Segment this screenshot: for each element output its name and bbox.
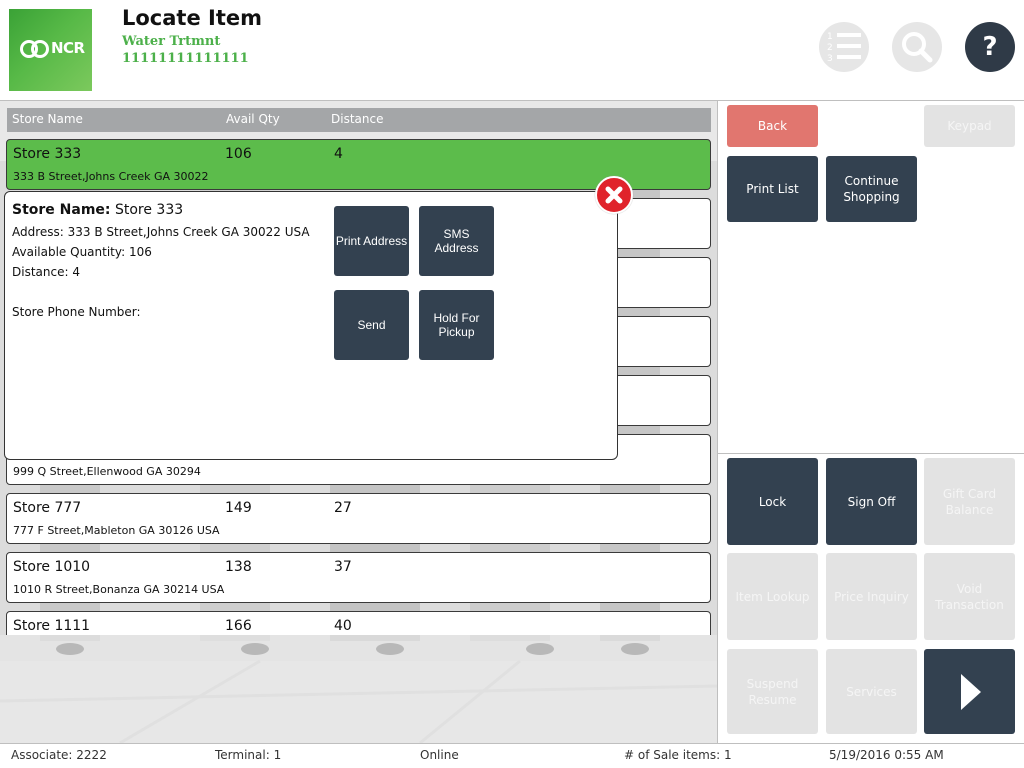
ncr-logo-icon [20, 40, 49, 58]
logo-text: NCR [51, 39, 85, 57]
action-panel: Back Keypad Print List Continue Shopping… [717, 101, 1024, 743]
store-row[interactable]: Store 1111 166 40 [6, 611, 711, 635]
header: NCR Locate Item Water Trtmnt 11111111111… [0, 0, 1024, 101]
store-qty: 166 [225, 618, 252, 634]
popup-store-name: Store Name: Store 333 [12, 202, 183, 218]
numbered-list-icon: 1 2 3 [827, 32, 861, 64]
gift-card-balance-button[interactable]: Gift Card Balance [924, 458, 1015, 545]
associate-status: Associate: 2222 [11, 748, 107, 762]
sign-off-button[interactable]: Sign Off [826, 458, 917, 545]
popup-phone: Store Phone Number: [12, 305, 141, 319]
page-title: Locate Item [122, 6, 262, 30]
store-row[interactable]: Store 777 149 27 777 F Street,Mableton G… [6, 493, 711, 544]
popup-store-name-label: Store Name: [12, 202, 111, 218]
price-inquiry-button[interactable]: Price Inquiry [826, 553, 917, 640]
void-transaction-button[interactable]: Void Transaction [924, 553, 1015, 640]
column-avail-qty: Avail Qty [226, 112, 280, 126]
store-address: 1010 R Street,Bonanza GA 30214 USA [13, 583, 225, 596]
arrow-right-icon [960, 673, 981, 710]
popup-store-name-value: Store 333 [114, 202, 184, 218]
lock-button[interactable]: Lock [727, 458, 818, 545]
store-qty: 106 [225, 146, 252, 162]
item-code: 11111111111111 [122, 51, 249, 66]
list-header: Store Name Avail Qty Distance [7, 108, 711, 132]
store-distance: 4 [334, 146, 343, 162]
services-button[interactable]: Services [826, 649, 917, 734]
store-address: 333 B Street,Johns Creek GA 30022 [13, 170, 209, 183]
status-bar: Associate: 2222 Terminal: 1 Online # of … [0, 743, 1024, 768]
close-icon [605, 186, 623, 204]
svg-text:3: 3 [827, 54, 833, 64]
send-button[interactable]: Send [334, 290, 409, 360]
store-distance: 40 [334, 618, 352, 634]
store-qty: 138 [225, 559, 252, 575]
terminal-status: Terminal: 1 [215, 748, 282, 762]
item-lookup-button[interactable]: Item Lookup [727, 553, 818, 640]
suspend-resume-button[interactable]: Suspend Resume [727, 649, 818, 734]
help-icon: ? [982, 32, 998, 62]
close-popup-button[interactable] [595, 176, 633, 214]
hold-for-pickup-button[interactable]: Hold For Pickup [419, 290, 494, 360]
column-distance: Distance [331, 112, 384, 126]
next-page-button[interactable] [924, 649, 1015, 734]
store-qty: 149 [225, 500, 252, 516]
store-distance: 37 [334, 559, 352, 575]
store-name: Store 333 [13, 146, 82, 162]
column-store-name: Store Name [12, 112, 83, 126]
keypad-button[interactable]: Keypad [924, 105, 1015, 147]
store-address: 777 F Street,Mableton GA 30126 USA [13, 524, 220, 537]
svg-text:1: 1 [827, 32, 833, 42]
store-name: Store 777 [13, 500, 82, 516]
popup-distance: Distance: 4 [12, 265, 80, 279]
store-row[interactable]: Store 1010 138 37 1010 R Street,Bonanza … [6, 552, 711, 603]
store-name: Store 1010 [13, 559, 91, 575]
print-list-button[interactable]: Print List [727, 156, 818, 222]
item-name: Water Trtmnt [122, 34, 221, 49]
list-scroll-fade [0, 635, 717, 743]
svg-text:2: 2 [827, 43, 833, 53]
search-icon [902, 32, 933, 63]
search-button[interactable] [892, 22, 942, 72]
online-status: Online [420, 748, 459, 762]
date-time: 5/19/2016 0:55 AM [829, 748, 944, 762]
sale-items-count: # of Sale items: 1 [624, 748, 732, 762]
store-address: 999 Q Street,Ellenwood GA 30294 [13, 465, 201, 478]
popup-quantity: Available Quantity: 106 [12, 245, 152, 259]
print-address-button[interactable]: Print Address [334, 206, 409, 276]
store-distance: 27 [334, 500, 352, 516]
back-button[interactable]: Back [727, 105, 818, 147]
sms-address-button[interactable]: SMS Address [419, 206, 494, 276]
help-button[interactable]: ? [965, 22, 1015, 72]
ncr-logo: NCR [9, 9, 92, 91]
numbered-list-button[interactable]: 1 2 3 [819, 22, 869, 72]
panel-divider [718, 453, 1024, 454]
continue-shopping-button[interactable]: Continue Shopping [826, 156, 917, 222]
store-name: Store 1111 [13, 618, 91, 634]
popup-address: Address: 333 B Street,Johns Creek GA 300… [12, 225, 310, 239]
store-details-popup: Store Name: Store 333 Address: 333 B Str… [4, 191, 618, 460]
